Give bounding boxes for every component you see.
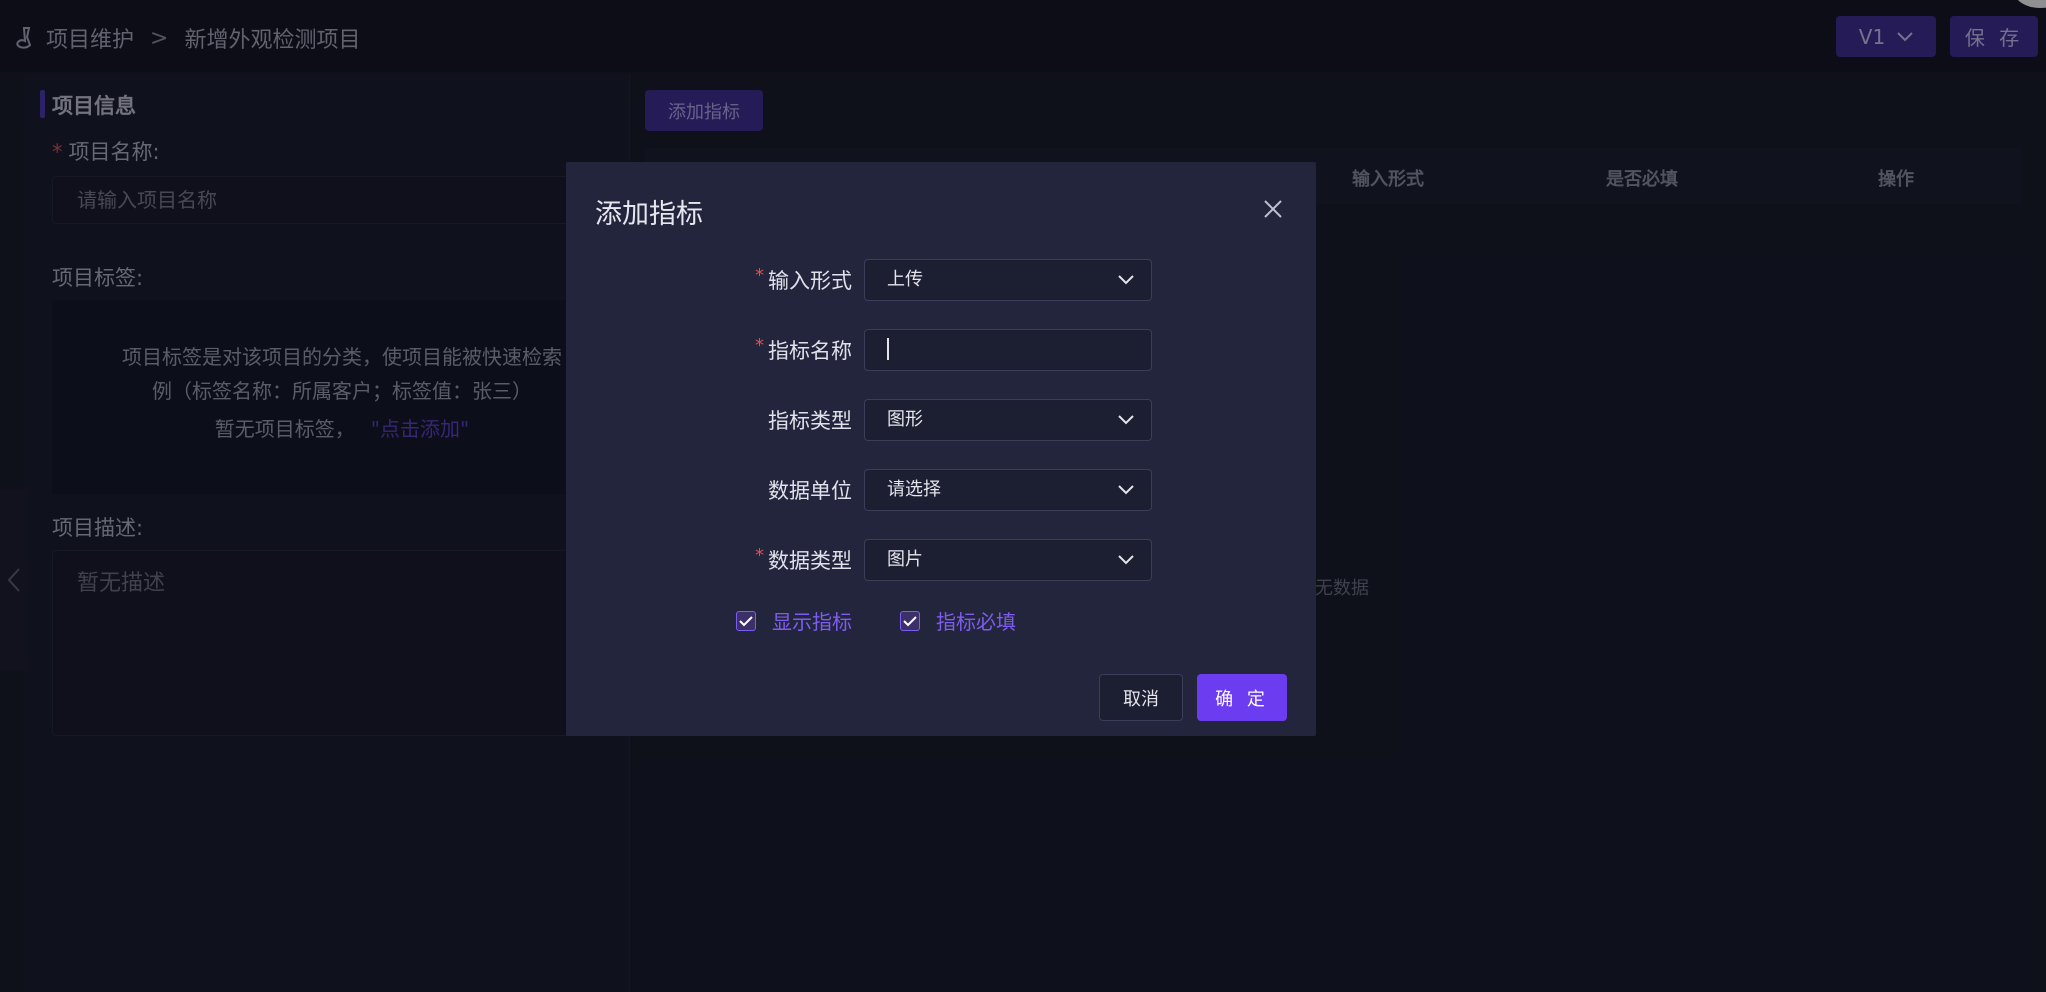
checkbox-checked-icon <box>736 610 756 631</box>
data-unit-select[interactable]: 请选择 <box>864 469 1152 511</box>
form-row-index-type: 指标类型 图形 <box>566 399 1316 441</box>
form-row-data-type: * 数据类型 图片 <box>566 539 1316 581</box>
index-name-input[interactable] <box>864 329 1152 371</box>
input-type-value: 上传 <box>887 269 923 290</box>
show-index-label: 显示指标 <box>772 610 852 634</box>
form-row-data-unit: 数据单位 请选择 <box>566 469 1316 511</box>
data-type-label: * 数据类型 <box>755 545 852 573</box>
chevron-down-icon <box>1118 415 1134 425</box>
close-icon[interactable] <box>1262 198 1284 220</box>
data-type-select[interactable]: 图片 <box>864 539 1152 581</box>
required-index-checkbox[interactable]: 指标必填 <box>900 606 1016 635</box>
index-type-label: 指标类型 <box>768 409 852 433</box>
index-type-select[interactable]: 图形 <box>864 399 1152 441</box>
data-unit-value: 请选择 <box>887 479 941 500</box>
dialog-title: 添加指标 <box>595 199 703 230</box>
show-index-checkbox[interactable]: 显示指标 <box>736 606 852 635</box>
text-caret <box>887 337 889 360</box>
input-type-select[interactable]: 上传 <box>864 259 1152 301</box>
chevron-down-icon <box>1118 275 1134 285</box>
data-unit-label: 数据单位 <box>768 479 852 503</box>
index-name-label: * 指标名称 <box>755 335 852 363</box>
form-row-input-type: * 输入形式 上传 <box>566 259 1316 301</box>
data-type-value: 图片 <box>887 549 923 570</box>
required-index-label: 指标必填 <box>936 610 1016 634</box>
checkbox-checked-icon <box>900 610 920 631</box>
form-row-index-name: * 指标名称 <box>566 329 1316 371</box>
index-type-value: 图形 <box>887 409 923 430</box>
input-type-label: * 输入形式 <box>755 265 852 293</box>
cancel-button[interactable]: 取消 <box>1099 674 1183 721</box>
chevron-down-icon <box>1118 485 1134 495</box>
add-index-dialog: 添加指标 * 输入形式 上传 * 指标名称 指标类型 图形 数据单位 请选择 * 数据… <box>566 162 1316 736</box>
chevron-down-icon <box>1118 555 1134 565</box>
checkbox-group: 显示指标 指标必填 <box>736 606 1016 635</box>
confirm-button[interactable]: 确 定 <box>1197 674 1287 721</box>
